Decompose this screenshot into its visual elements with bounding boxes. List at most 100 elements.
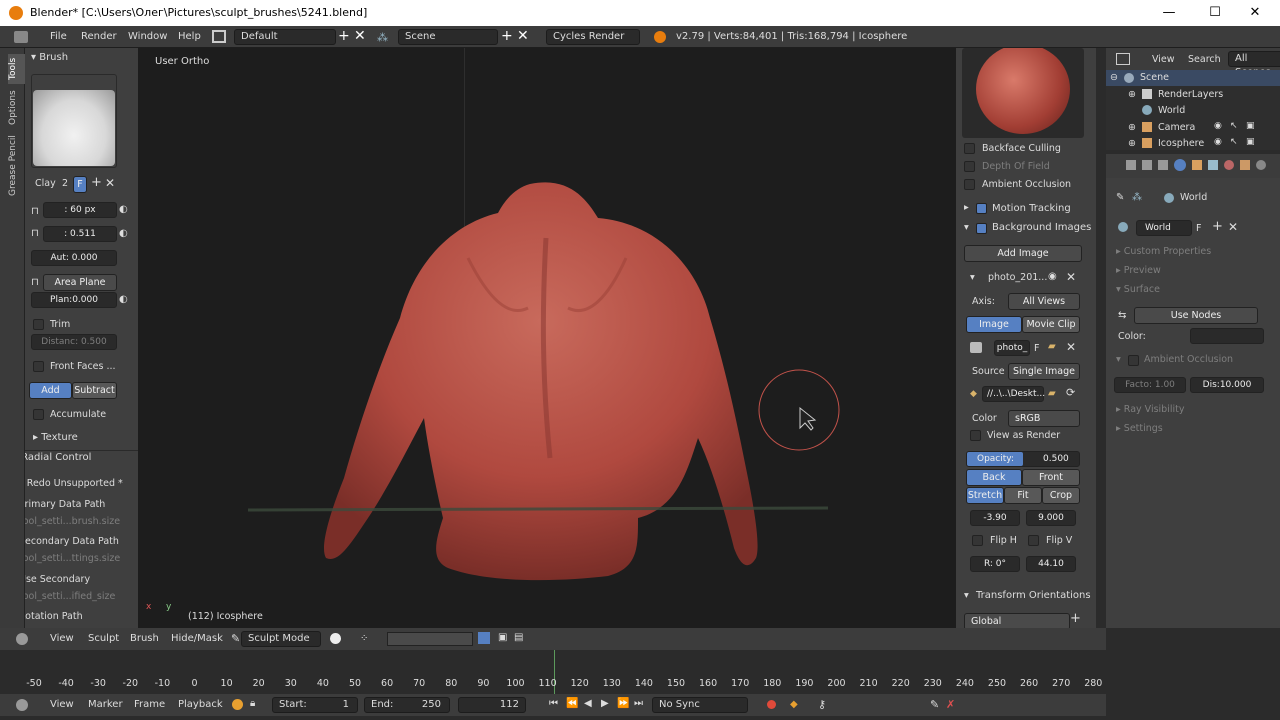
depth-front-button[interactable]: Front	[1022, 469, 1080, 486]
object-tab-icon[interactable]	[1192, 160, 1202, 170]
keyframe-insert-icon[interactable]: ⚷	[818, 698, 826, 711]
image-field[interactable]: photo_	[994, 340, 1030, 356]
strength-lock-icon[interactable]: ⊓	[31, 228, 39, 239]
matcap-preview[interactable]	[962, 48, 1084, 138]
render-engine-select[interactable]: Cycles Render	[546, 29, 640, 45]
autosmooth-slider[interactable]: Aut: 0.000	[31, 250, 117, 266]
offset-x-field[interactable]: -3.90	[970, 510, 1020, 526]
icosphere-label[interactable]: Icosphere	[1158, 138, 1204, 149]
texture-panel-header[interactable]: ▸ Texture	[33, 432, 78, 443]
modifiers-tab-icon[interactable]	[1208, 160, 1218, 170]
icosphere-eye-icon[interactable]: ◉	[1214, 137, 1222, 147]
menu-timeline-view[interactable]: View	[50, 699, 74, 710]
use-nodes-button[interactable]: Use Nodes	[1134, 307, 1258, 324]
layout-icon[interactable]	[212, 30, 226, 43]
reload-icon[interactable]: ⟳	[1066, 386, 1075, 399]
remove-layout-button[interactable]: ✕	[354, 28, 366, 44]
ray-visibility-header[interactable]: ▸ Ray Visibility	[1116, 404, 1184, 415]
camera-render-icon[interactable]: ▣	[1246, 121, 1255, 131]
accumulate-checkbox[interactable]	[33, 409, 44, 420]
record-icon[interactable]	[767, 700, 776, 709]
world-datablock-field[interactable]: World	[1136, 220, 1192, 236]
front-faces-checkbox[interactable]	[33, 361, 44, 372]
menu-window[interactable]: Window	[128, 31, 167, 42]
ao-distance-field[interactable]: Dis:10.000	[1190, 377, 1264, 393]
world-ao-checkbox[interactable]	[1128, 355, 1139, 366]
brush-panel-header[interactable]: ▾ Brush	[31, 52, 68, 63]
frame-fit-button[interactable]: Fit	[1004, 487, 1042, 504]
tab-options[interactable]: Options	[8, 88, 25, 128]
ao-factor-field[interactable]: Facto: 1.00	[1114, 377, 1186, 393]
menu-marker[interactable]: Marker	[88, 699, 123, 710]
color-swatch[interactable]	[1190, 328, 1264, 344]
remove-scene-button[interactable]: ✕	[517, 28, 529, 44]
camera-select-icon[interactable]: ↖	[1230, 121, 1238, 131]
layers-grid[interactable]	[387, 632, 473, 646]
photo-expand-toggle[interactable]: ▾	[970, 272, 975, 283]
fake-user-button[interactable]: F	[73, 176, 87, 193]
delete-keyframe-icon[interactable]: ✗	[946, 698, 955, 711]
motion-tracking-toggle[interactable]: ▸	[964, 202, 969, 213]
renderlayers-label[interactable]: RenderLayers	[1158, 89, 1223, 100]
jump-next-key-button[interactable]: ⏩	[617, 698, 629, 709]
jump-end-button[interactable]: ⏭	[634, 698, 643, 709]
add-scene-button[interactable]: +	[501, 28, 513, 44]
plane-offset-slider[interactable]: Plan:0.000	[31, 292, 117, 308]
world-browse-icon[interactable]	[1118, 222, 1128, 232]
size-field[interactable]: 44.10	[1026, 556, 1076, 572]
offset-y-field[interactable]: 9.000	[1026, 510, 1076, 526]
outliner-search-menu[interactable]: Search	[1188, 54, 1221, 65]
layout-field[interactable]: Default	[234, 29, 336, 45]
flip-h-checkbox[interactable]	[972, 535, 983, 546]
sculpt-plane-select[interactable]: Area Plane	[43, 274, 117, 291]
menu-help[interactable]: Help	[178, 31, 201, 42]
settings-header[interactable]: ▸ Settings	[1116, 423, 1163, 434]
end-frame-field[interactable]: End: 250	[364, 697, 450, 713]
background-images-checkbox[interactable]	[976, 223, 987, 234]
remove-brush-button[interactable]: ✕	[105, 176, 115, 190]
transform-orientations-toggle[interactable]: ▾	[964, 590, 969, 601]
menu-frame[interactable]: Frame	[134, 699, 165, 710]
play-reverse-button[interactable]: ◀	[584, 698, 592, 709]
start-frame-field[interactable]: Start: 1	[272, 697, 358, 713]
current-frame-field[interactable]: 112	[458, 697, 526, 713]
renderlayers-expand-icon[interactable]: ⊕	[1128, 89, 1136, 100]
backface-culling-checkbox[interactable]	[964, 143, 975, 154]
subtract-direction-button[interactable]: Subtract	[72, 382, 117, 399]
play-button[interactable]: ▶	[601, 698, 609, 709]
strength-slider[interactable]: : 0.511	[43, 226, 117, 242]
icosphere-select-icon[interactable]: ↖	[1230, 137, 1238, 147]
timeline[interactable]: -50 -40 -30 -20 -10 0 10 20 30 40 50 60 70 80 90 100 110…	[0, 650, 1106, 694]
preview-header[interactable]: ▸ Preview	[1116, 265, 1161, 276]
jump-prev-key-button[interactable]: ⏪	[566, 698, 578, 709]
distance-slider[interactable]: Distanc: 0.500	[31, 334, 117, 350]
plane-offset-pressure-icon[interactable]: ◐	[119, 294, 128, 305]
timeline-editor-icon[interactable]	[16, 699, 28, 711]
texture-tab-icon[interactable]	[1240, 160, 1250, 170]
remove-world-button[interactable]: ✕	[1228, 220, 1238, 234]
pin-icon[interactable]: ✎	[1116, 192, 1124, 203]
menu-file[interactable]: File	[50, 31, 67, 42]
3d-viewport[interactable]: User Ortho x y (112) Icosphere	[138, 48, 956, 628]
menu-hide-mask[interactable]: Hide/Mask	[171, 633, 223, 644]
file-browse-icon[interactable]: ▰	[1048, 388, 1056, 399]
sync-mode-select[interactable]: No Sync	[652, 697, 748, 713]
motion-tracking-checkbox[interactable]	[976, 203, 987, 214]
layers-tab-icon[interactable]	[1142, 160, 1152, 170]
world-fake-user[interactable]: F	[1196, 223, 1201, 234]
secondary-path-field[interactable]: tool_setti...ttings.size	[25, 553, 120, 564]
outliner-view-menu[interactable]: View	[1152, 54, 1175, 65]
menu-brush[interactable]: Brush	[130, 633, 159, 644]
radius-slider[interactable]: : 60 px	[43, 202, 117, 218]
primary-path-field[interactable]: tool_setti...brush.size	[25, 516, 120, 527]
trim-checkbox[interactable]	[33, 319, 44, 330]
view-as-render-checkbox[interactable]	[970, 430, 981, 441]
custom-properties-header[interactable]: ▸ Custom Properties	[1116, 246, 1211, 257]
camera-expand-icon[interactable]: ⊕	[1128, 122, 1136, 133]
outliner-editor-icon[interactable]	[1116, 53, 1130, 65]
tab-grease-pencil[interactable]: Grease Pencil	[8, 134, 25, 198]
menu-sculpt[interactable]: Sculpt	[88, 633, 119, 644]
outliner-row-scene[interactable]: ⊖ Scene	[1106, 70, 1280, 86]
minimize-button[interactable]: —	[1146, 3, 1192, 23]
add-orientation-button[interactable]: +	[1070, 611, 1081, 626]
